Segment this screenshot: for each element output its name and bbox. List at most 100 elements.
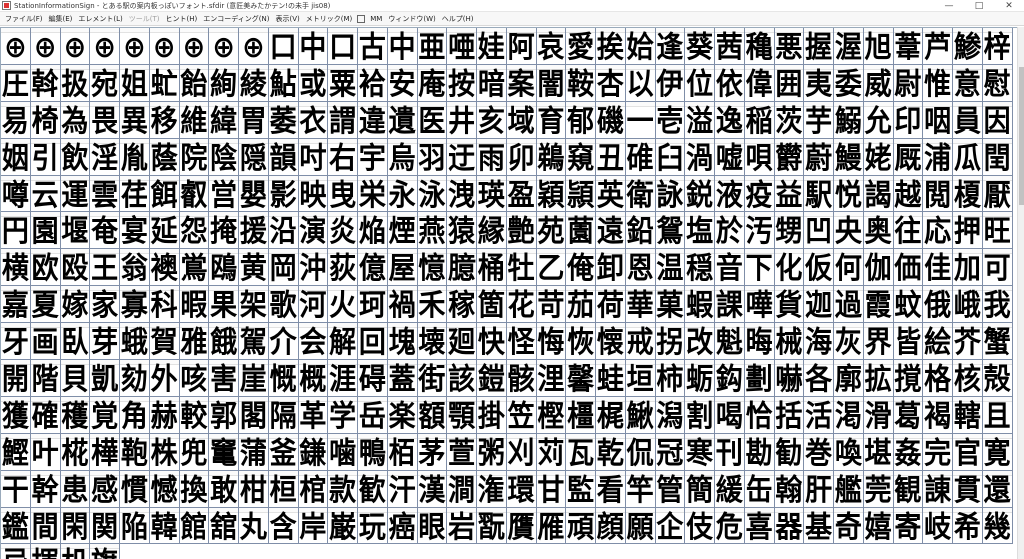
glyph-cell[interactable]: 潟 [655, 396, 686, 434]
glyph-cell[interactable]: 維 [179, 101, 210, 139]
glyph-cell[interactable]: 兜 [179, 433, 210, 471]
glyph-cell[interactable]: 謂 [328, 101, 358, 139]
glyph-cell[interactable]: 願 [625, 507, 656, 545]
glyph-cell[interactable]: ⊕ [120, 28, 150, 65]
glyph-cell[interactable]: 汚 [744, 212, 775, 250]
glyph-cell[interactable]: 企 [655, 507, 686, 545]
glyph-cell[interactable]: 葛 [893, 396, 924, 434]
glyph-cell[interactable]: 芥 [953, 323, 983, 361]
glyph-cell[interactable]: 悔 [536, 323, 567, 361]
glyph-cell[interactable]: 意 [953, 64, 983, 102]
glyph-cell[interactable]: 延 [149, 212, 180, 250]
glyph-cell[interactable]: 貝 [60, 360, 91, 397]
glyph-cell[interactable]: 害 [209, 360, 239, 397]
glyph-cell[interactable]: 駅 [804, 175, 834, 213]
glyph-cell[interactable]: ⊕ [60, 28, 91, 65]
glyph-cell[interactable]: 奇 [834, 507, 864, 545]
glyph-cell[interactable]: ⊕ [1, 28, 31, 65]
glyph-cell[interactable]: 嬰 [239, 175, 269, 213]
glyph-cell[interactable]: 因 [982, 101, 1013, 139]
glyph-cell[interactable]: 竿 [625, 470, 656, 508]
glyph-cell[interactable]: 完 [923, 433, 953, 471]
glyph-cell[interactable]: 頴 [566, 175, 596, 213]
glyph-cell[interactable]: 該 [447, 360, 477, 397]
glyph-cell[interactable]: 劾 [120, 360, 150, 397]
glyph-cell[interactable]: 荏 [120, 175, 150, 213]
glyph-cell[interactable]: 器 [774, 507, 805, 545]
glyph-cell[interactable]: 殴 [60, 249, 91, 287]
glyph-cell[interactable]: 阿 [506, 28, 537, 65]
glyph-cell[interactable]: 嬉 [863, 507, 894, 545]
glyph-cell[interactable]: 賀 [149, 323, 180, 361]
glyph-cell[interactable]: 或 [298, 64, 329, 102]
glyph-cell[interactable]: 夏 [30, 286, 61, 324]
glyph-cell[interactable]: 俄 [923, 286, 953, 324]
glyph-cell[interactable]: 穫 [60, 396, 91, 434]
glyph-cell[interactable]: 回 [358, 323, 388, 361]
glyph-cell[interactable]: 斡 [30, 64, 61, 102]
glyph-cell[interactable]: 移 [149, 101, 180, 139]
glyph-cell[interactable]: 溢 [685, 101, 715, 139]
menu-item[interactable]: エンコーディング(N) [200, 12, 272, 26]
glyph-cell[interactable]: 影 [268, 175, 299, 213]
glyph-cell[interactable]: 岡 [268, 249, 299, 287]
glyph-cell[interactable]: 偉 [744, 64, 775, 102]
glyph-cell[interactable]: 梓 [982, 28, 1013, 65]
glyph-cell[interactable]: 蓋 [387, 360, 418, 397]
glyph-cell[interactable]: 円 [1, 212, 31, 250]
glyph-cell[interactable]: 院 [179, 138, 210, 176]
glyph-cell[interactable]: 案 [506, 64, 537, 102]
glyph-cell[interactable]: 佳 [923, 249, 953, 287]
glyph-cell[interactable]: 轄 [953, 396, 983, 434]
glyph-cell[interactable]: 衣 [298, 101, 329, 139]
glyph-cell[interactable]: 釜 [268, 433, 299, 471]
glyph-cell[interactable]: 疫 [744, 175, 775, 213]
glyph-cell[interactable]: 薗 [566, 212, 596, 250]
glyph-cell[interactable]: 圧 [1, 64, 31, 102]
glyph-cell[interactable]: 侃 [625, 433, 656, 471]
glyph-cell[interactable]: 科 [149, 286, 180, 324]
glyph-cell[interactable]: 泳 [417, 175, 448, 213]
glyph-cell[interactable]: 伊 [655, 64, 686, 102]
glyph-cell[interactable]: 頑 [566, 507, 596, 545]
glyph-cell[interactable]: 壱 [655, 101, 686, 139]
glyph-cell[interactable]: 奄 [90, 212, 120, 250]
glyph-cell[interactable]: 凱 [90, 360, 120, 397]
glyph-cell[interactable]: 笠 [506, 396, 537, 434]
glyph-cell[interactable]: 雨 [477, 138, 507, 176]
glyph-cell[interactable]: 茨 [774, 101, 805, 139]
glyph-cell[interactable]: 渥 [834, 28, 864, 65]
glyph-cell[interactable]: 噂 [1, 175, 31, 213]
glyph-cell[interactable]: 隔 [268, 396, 299, 434]
glyph-cell[interactable]: 韓 [149, 507, 180, 545]
glyph-cell[interactable]: 演 [298, 212, 329, 250]
glyph-cell[interactable]: 鰹 [1, 433, 31, 471]
glyph-cell[interactable]: 云 [30, 175, 61, 213]
glyph-cell[interactable]: 盈 [506, 175, 537, 213]
glyph-cell[interactable]: 安 [387, 64, 418, 102]
glyph-cell[interactable]: 閲 [923, 175, 953, 213]
glyph-cell[interactable]: 穐 [744, 28, 775, 65]
glyph-cell[interactable]: 於 [715, 212, 745, 250]
glyph-cell[interactable]: 鮎 [268, 64, 299, 102]
glyph-cell[interactable]: 巌 [328, 507, 358, 545]
glyph-cell[interactable]: 荷 [596, 286, 626, 324]
glyph-cell[interactable]: 萱 [447, 433, 477, 471]
glyph-cell[interactable]: ⊕ [179, 28, 210, 65]
glyph-cell[interactable]: 雲 [90, 175, 120, 213]
glyph-cell[interactable]: 恢 [566, 323, 596, 361]
glyph-cell[interactable]: 鋭 [685, 175, 715, 213]
glyph-cell[interactable]: 廻 [447, 323, 477, 361]
glyph-cell[interactable]: 握 [804, 28, 834, 65]
glyph-cell[interactable]: 丑 [596, 138, 626, 176]
glyph-cell[interactable]: 旗 [90, 544, 120, 559]
glyph-cell[interactable]: 簡 [685, 470, 715, 508]
glyph-cell[interactable]: 管 [655, 470, 686, 508]
glyph-cell[interactable]: 俺 [566, 249, 596, 287]
glyph-cell[interactable]: 温 [655, 249, 686, 287]
maximize-button[interactable]: □ [964, 0, 994, 12]
glyph-cell[interactable]: 厭 [982, 175, 1013, 213]
glyph-cell[interactable]: 華 [625, 286, 656, 324]
glyph-cell[interactable]: 王 [90, 249, 120, 287]
glyph-cell[interactable]: 鴎 [209, 249, 239, 287]
